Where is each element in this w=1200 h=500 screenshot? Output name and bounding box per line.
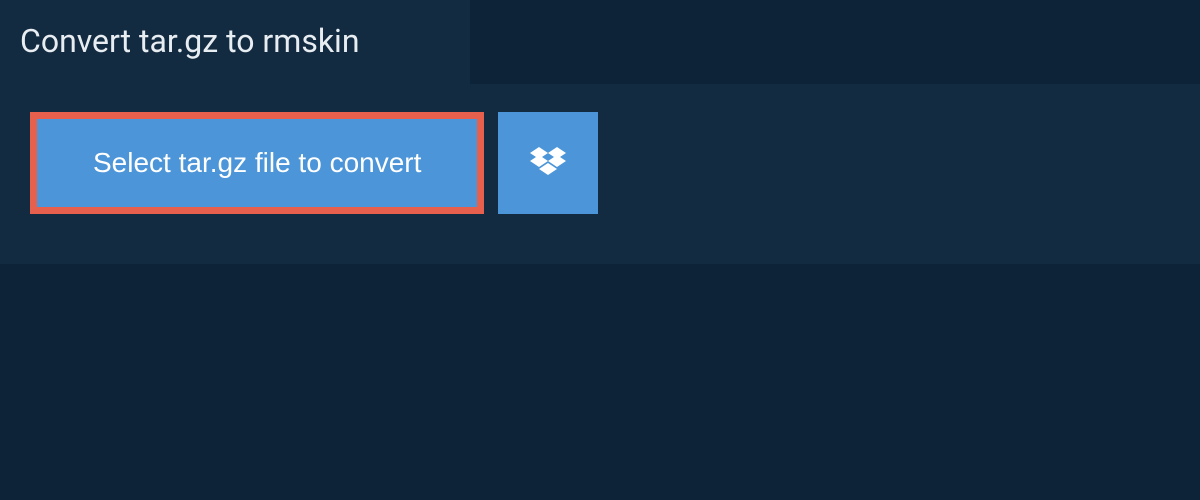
dropbox-icon (530, 147, 566, 179)
select-file-highlight: Select tar.gz file to convert (30, 112, 484, 214)
select-file-button[interactable]: Select tar.gz file to convert (37, 119, 477, 207)
dropbox-button[interactable] (498, 112, 598, 214)
header-tab: Convert tar.gz to rmskin (0, 0, 470, 84)
page-title: Convert tar.gz to rmskin (20, 22, 440, 60)
upload-panel: Select tar.gz file to convert (0, 84, 1200, 264)
button-row: Select tar.gz file to convert (30, 112, 1170, 214)
